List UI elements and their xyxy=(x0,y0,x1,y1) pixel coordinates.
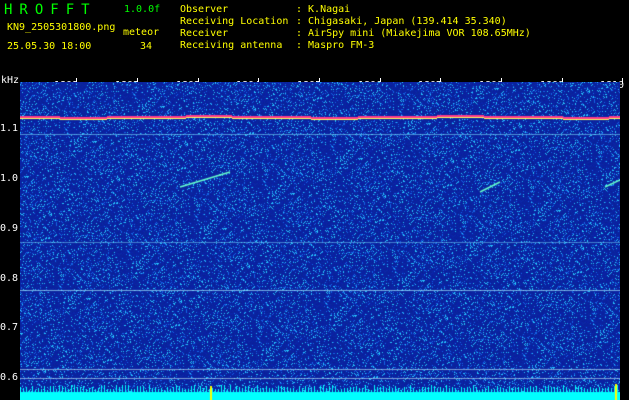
y-tick-label: 0.9 xyxy=(0,223,19,234)
y-tick-label: 1.1 xyxy=(0,123,19,134)
location-value: : Chigasaki, Japan (139.414 35.340) xyxy=(296,16,507,27)
x-tick-mark xyxy=(622,78,623,84)
antenna-value: : Maspro FM-3 xyxy=(296,40,375,51)
file-name: KN9_2505301800.png xyxy=(7,22,116,33)
spectrogram-canvas xyxy=(20,82,620,400)
app-brand: HROFFT xyxy=(4,2,97,18)
y-tick-label: 0.7 xyxy=(0,322,19,333)
observer-value: : K.Nagai xyxy=(296,4,351,15)
antenna-label: Receiving antenna xyxy=(180,40,283,51)
meteor-count: 34 xyxy=(140,41,153,52)
app-version: 1.0.0f xyxy=(124,4,161,15)
y-axis-unit: kHz xyxy=(1,75,20,86)
y-tick-label: 1.0 xyxy=(0,173,19,184)
meteor-label: meteor xyxy=(123,27,160,38)
observer-label: Observer xyxy=(180,4,229,15)
header-panel: HROFFT 1.0.0f KN9_2505301800.png meteor … xyxy=(0,0,629,74)
y-tick-label: 0.6 xyxy=(0,372,19,383)
receiver-label: Receiver xyxy=(180,28,229,39)
receiver-value: : AirSpy mini (Miakejima VOR 108.65MHz) xyxy=(296,28,531,39)
y-tick-label: 0.8 xyxy=(0,273,19,284)
location-label: Receiving Location xyxy=(180,16,289,27)
observation-datetime: 25.05.30 18:00 xyxy=(7,41,92,52)
